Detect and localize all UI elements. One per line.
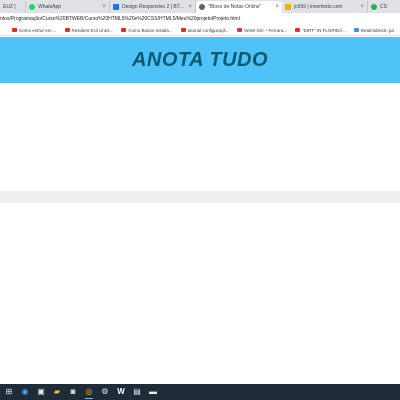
bookmark-item[interactable]: tutorial configuraçã... (180, 27, 230, 33)
bookmark-label: tutorial configuraçã... (187, 27, 230, 33)
address-bar[interactable]: ntos/Programação/Curso%20BTWEB/Curso%20H… (0, 13, 400, 25)
page-header: ANOTA TUDO (0, 37, 400, 83)
section-divider (0, 191, 400, 203)
bag-glyph: ◙ (70, 387, 76, 396)
tab-title: EUZ | (3, 4, 16, 10)
btweb-icon (113, 4, 119, 10)
edge-icon[interactable]: ◉ (18, 385, 32, 399)
youtube-icon (12, 28, 17, 32)
bookmark-item[interactable]: Como entrar em ... (12, 28, 57, 33)
url-text[interactable]: ntos/Programação/Curso%20BTWEB/Curso%20H… (0, 16, 240, 22)
close-icon[interactable]: × (102, 4, 106, 10)
tab-title: jch59 | invertexto.com (294, 4, 343, 10)
youtube-icon (121, 28, 127, 32)
bookmark-item[interactable]: WoW Girl – Ferrara... (237, 28, 287, 33)
bookmarks-bar: Como entrar em ... Resident Evil Untol..… (0, 25, 400, 36)
youtube-icon (180, 28, 186, 32)
bookmark-label: Como entrar em ... (19, 27, 57, 33)
page-title: ANOTA TUDO (131, 48, 269, 71)
tab-title: CS (380, 4, 387, 10)
terminal-icon[interactable]: ▬ (146, 385, 160, 399)
bookmark-label: WoW Girl – Ferrara... (244, 27, 288, 33)
start-icon[interactable]: ⊞ (2, 385, 16, 399)
explorer-glyph: ▰ (53, 387, 61, 396)
tab-title: Design Responsivo 2 | BTWeb (122, 4, 186, 10)
close-icon[interactable]: × (275, 4, 279, 10)
bookmark-icon (353, 28, 359, 32)
tab-invertexto[interactable]: jch59 | invertexto.com × (282, 1, 368, 13)
terminal-glyph: ▬ (149, 387, 157, 396)
bookmark-label: Resident Evil Untol... (71, 27, 114, 33)
page-lower-area (0, 203, 400, 384)
bookmark-label: RealmsDeck: pa (360, 27, 394, 33)
shopping-bag-icon[interactable]: ◙ (66, 385, 80, 399)
chrome-icon[interactable]: ◎ (82, 385, 96, 399)
tab-bloco-de-notas[interactable]: "Bloco de Notas Online" × (196, 1, 282, 13)
file-explorer-icon[interactable]: ▰ (50, 385, 64, 399)
tab-title: "Bloco de Notas Online" (208, 4, 262, 10)
bookmark-label: Como Baixar Instala... (128, 27, 173, 33)
edge-glyph: ◉ (21, 387, 29, 396)
browser-tab-strip: EUZ | WhatsApp × Design Responsivo 2 | B… (0, 0, 400, 13)
bookmark-item[interactable]: Resident Evil Untol... (64, 27, 114, 33)
word-glyph: W (117, 387, 125, 396)
close-icon[interactable]: × (188, 4, 192, 10)
steam-glyph: ⚙ (101, 387, 109, 396)
youtube-icon (64, 28, 70, 32)
notes-area[interactable] (0, 83, 400, 191)
word-icon[interactable]: W (114, 385, 128, 399)
site-icon (371, 4, 377, 10)
tab-design-responsivo[interactable]: Design Responsivo 2 | BTWeb × (110, 1, 196, 13)
globe-icon (199, 4, 205, 10)
windows-store-icon[interactable]: ▣ (34, 385, 48, 399)
steam-icon[interactable]: ⚙ (98, 385, 112, 399)
windows-taskbar: ⊞ ◉ ▣ ▰ ◙ ◎ ⚙ W ▤ ▬ (0, 384, 400, 400)
instagram-icon (237, 28, 243, 32)
tab-euz[interactable]: EUZ | (0, 1, 26, 13)
bookmark-item[interactable]: RealmsDeck: pa (353, 27, 394, 33)
store-glyph: ▣ (37, 387, 45, 396)
bookmark-item[interactable]: "DIRT" IN FLORIDA... (295, 28, 346, 33)
pencil-icon (285, 4, 291, 10)
youtube-icon (295, 28, 301, 32)
bookmark-item[interactable]: Como Baixar Instala... (121, 27, 173, 33)
whatsapp-icon (29, 4, 35, 10)
media-icon[interactable]: ▤ (130, 385, 144, 399)
close-icon[interactable]: × (360, 4, 364, 10)
tab-title: WhatsApp (38, 4, 62, 10)
tab-whatsapp[interactable]: WhatsApp × (26, 1, 110, 13)
bookmark-label: "DIRT" IN FLORIDA... (302, 27, 346, 33)
media-glyph: ▤ (133, 387, 141, 396)
start-glyph: ⊞ (5, 387, 13, 396)
chrome-glyph: ◎ (85, 387, 93, 396)
tab-cs[interactable]: CS (368, 1, 400, 13)
